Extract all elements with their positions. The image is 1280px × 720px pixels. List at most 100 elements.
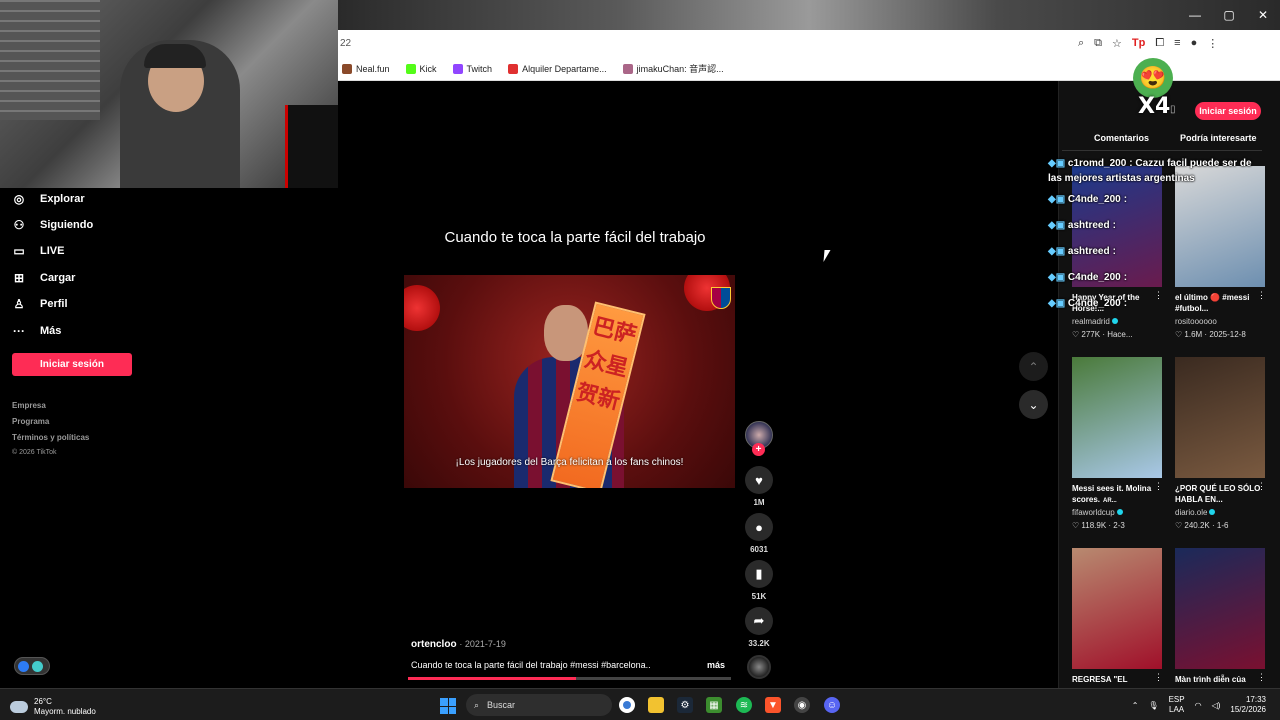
chevron-down-icon: ⌄ bbox=[1028, 397, 1039, 412]
card-title[interactable]: Messi sees it. Molina scores. AR... bbox=[1072, 483, 1162, 507]
more-link[interactable]: más bbox=[707, 660, 725, 670]
next-video-button[interactable]: ⌄ bbox=[1019, 390, 1048, 419]
login-button[interactable]: Iniciar sesión bbox=[12, 353, 132, 376]
bookmark-favicon-icon bbox=[405, 63, 416, 74]
lang-bottom: LAA bbox=[1169, 705, 1185, 714]
bookmark-item[interactable]: Neal.fun bbox=[342, 63, 390, 74]
tab-comentarios[interactable]: Comentarios bbox=[1094, 133, 1149, 143]
tab-podria-interesarte[interactable]: Podría interesarte bbox=[1180, 133, 1257, 143]
bookmark-item[interactable]: jimakuChan: 音声認... bbox=[622, 62, 724, 75]
card-stats: ♡ 240.2K · 1-6 bbox=[1175, 521, 1228, 530]
card-menu-icon[interactable]: ⋮ bbox=[1154, 481, 1163, 492]
taskbar-search[interactable]: ⌕ Buscar bbox=[466, 694, 612, 716]
share-button[interactable]: ➦ bbox=[745, 607, 773, 635]
comment-button[interactable]: ● bbox=[745, 513, 773, 541]
windows-logo-tile bbox=[440, 706, 448, 714]
author-name[interactable]: ortencloo bbox=[411, 639, 457, 650]
footer-link-terms[interactable]: Términos y políticas bbox=[12, 433, 89, 442]
microphone-icon[interactable]: 🎙 bbox=[1148, 701, 1158, 710]
bookmark-item[interactable]: Kick bbox=[405, 63, 437, 74]
bookmark-favicon-icon bbox=[452, 63, 463, 74]
file-explorer-icon[interactable] bbox=[648, 697, 664, 713]
close-button[interactable]: ✕ bbox=[1246, 0, 1280, 30]
music-disc-icon[interactable] bbox=[747, 655, 771, 679]
sidebar-item-live[interactable]: ▭ LIVE bbox=[12, 244, 64, 258]
card-stats: ♡ 277K · Hace... bbox=[1072, 330, 1133, 339]
install-icon[interactable]: ⧉ bbox=[1094, 37, 1102, 50]
post-date: 2021-7-19 bbox=[464, 639, 506, 649]
video-thumbnail[interactable] bbox=[1175, 548, 1265, 669]
tray-chevron-icon[interactable]: ⌃ bbox=[1132, 701, 1139, 710]
temperature: 26°C bbox=[34, 697, 52, 706]
card-date: 2-3 bbox=[1113, 521, 1125, 530]
sidebar-item-perfil[interactable]: ♙ Perfil bbox=[12, 297, 68, 311]
puzzle-icon[interactable]: ⧠ bbox=[1155, 37, 1164, 50]
steam-icon[interactable]: ⚙ bbox=[677, 697, 693, 713]
sidebar-item-explorar[interactable]: ◎ Explorar bbox=[12, 192, 85, 206]
sidebar-item-cargar[interactable]: ⊞ Cargar bbox=[12, 271, 76, 285]
footer-link-empresa[interactable]: Empresa bbox=[12, 401, 46, 410]
video-thumbnail[interactable] bbox=[1072, 357, 1162, 478]
video-progress-bar[interactable] bbox=[408, 677, 731, 680]
profile-icon: ♙ bbox=[13, 297, 25, 311]
heart-icon: ♥ bbox=[755, 472, 763, 488]
profile-avatar-icon[interactable]: ● bbox=[1191, 37, 1198, 50]
chat-username: C4nde_200 bbox=[1067, 272, 1121, 283]
clock[interactable]: 17:33 15/2/2026 bbox=[1230, 695, 1266, 715]
card-menu-icon[interactable]: ⋮ bbox=[1257, 481, 1266, 492]
save-button[interactable]: ▮ bbox=[745, 560, 773, 588]
start-button[interactable] bbox=[440, 698, 456, 714]
brave-icon[interactable]: ▼ bbox=[765, 697, 781, 713]
sidebar-item-más[interactable]: ··· Más bbox=[12, 324, 61, 338]
wifi-icon[interactable]: ◠ bbox=[1195, 701, 1202, 710]
bookmark-item[interactable]: Twitch bbox=[452, 63, 493, 74]
extension-icon[interactable]: Tp bbox=[1132, 37, 1145, 50]
card-title[interactable]: REGRESA "EL bbox=[1072, 674, 1162, 685]
video-player[interactable]: 巴萨众星贺新 ¡Los jugadores del Barça felicita… bbox=[404, 275, 735, 488]
minecraft-icon[interactable]: ▦ bbox=[706, 697, 722, 713]
card-title[interactable]: ¿POR QUÉ LEO SÓLO HABLA EN... bbox=[1175, 483, 1265, 505]
maximize-button[interactable]: ▢ bbox=[1212, 0, 1246, 30]
card-menu-icon[interactable]: ⋮ bbox=[1257, 672, 1266, 683]
toolbar-icons: ⌕ ⧉ ☆ Tp ⧠ ≡ ● ⋮ bbox=[1078, 37, 1218, 50]
bookmark-item[interactable]: Alquiler Departame... bbox=[508, 63, 607, 74]
volume-icon[interactable]: ◁) bbox=[1212, 701, 1221, 710]
right-login-button[interactable]: Iniciar sesión bbox=[1195, 102, 1261, 120]
obs-icon[interactable]: ◉ bbox=[794, 697, 810, 713]
url-field[interactable]: 22 bbox=[338, 30, 1068, 57]
video-thumbnail[interactable] bbox=[1175, 357, 1265, 478]
chrome-icon[interactable] bbox=[619, 697, 635, 713]
card-title[interactable]: Màn trình diễn của bbox=[1175, 674, 1265, 685]
minimize-button[interactable]: — bbox=[1178, 0, 1212, 30]
card-author-name: fifaworldcup bbox=[1072, 508, 1115, 517]
phone-icon[interactable]: ▯ bbox=[1170, 104, 1176, 115]
language-indicator[interactable]: ESP LAA bbox=[1169, 695, 1185, 715]
media-icon[interactable]: ≡ bbox=[1174, 37, 1180, 50]
spotify-icon[interactable]: ≋ bbox=[736, 697, 752, 713]
footer-link-programa[interactable]: Programa bbox=[12, 417, 49, 426]
follow-plus-icon[interactable]: + bbox=[752, 443, 765, 456]
card-author[interactable]: fifaworldcup bbox=[1072, 508, 1123, 517]
bookmark-label: Twitch bbox=[466, 63, 493, 74]
more-icon: ··· bbox=[13, 324, 25, 338]
star-icon[interactable]: ☆ bbox=[1112, 37, 1122, 50]
weather-widget[interactable]: 26°C Mayorm. nublado bbox=[10, 697, 96, 717]
discord-icon[interactable]: ☺ bbox=[824, 697, 840, 713]
video-thumbnail[interactable] bbox=[1072, 548, 1162, 669]
tab-divider bbox=[1062, 150, 1262, 151]
verified-badge-icon bbox=[1209, 509, 1216, 515]
emote-multiplier: X4 bbox=[1138, 94, 1171, 119]
author-line[interactable]: ortencloo · 2021-7-19 bbox=[411, 639, 506, 650]
sidebar-item-siguiendo[interactable]: ⚇ Siguiendo bbox=[12, 218, 94, 232]
like-button[interactable]: ♥ bbox=[745, 466, 773, 494]
card-menu-icon[interactable]: ⋮ bbox=[1154, 672, 1163, 683]
get-app-toggle[interactable] bbox=[14, 657, 50, 675]
weather-text: 26°C Mayorm. nublado bbox=[34, 697, 96, 717]
card-author[interactable]: diario.ole bbox=[1175, 508, 1216, 517]
zoom-icon[interactable]: ⌕ bbox=[1078, 37, 1084, 50]
menu-icon[interactable]: ⋮ bbox=[1207, 37, 1218, 50]
clock-time: 17:33 bbox=[1245, 695, 1266, 704]
chat-message: ◆▣ ashtreed: bbox=[1048, 244, 1263, 259]
address-bar[interactable]: 22 ⌕ ⧉ ☆ Tp ⧠ ≡ ● ⋮ bbox=[338, 30, 1280, 57]
previous-video-button[interactable]: ⌃ bbox=[1019, 352, 1048, 381]
